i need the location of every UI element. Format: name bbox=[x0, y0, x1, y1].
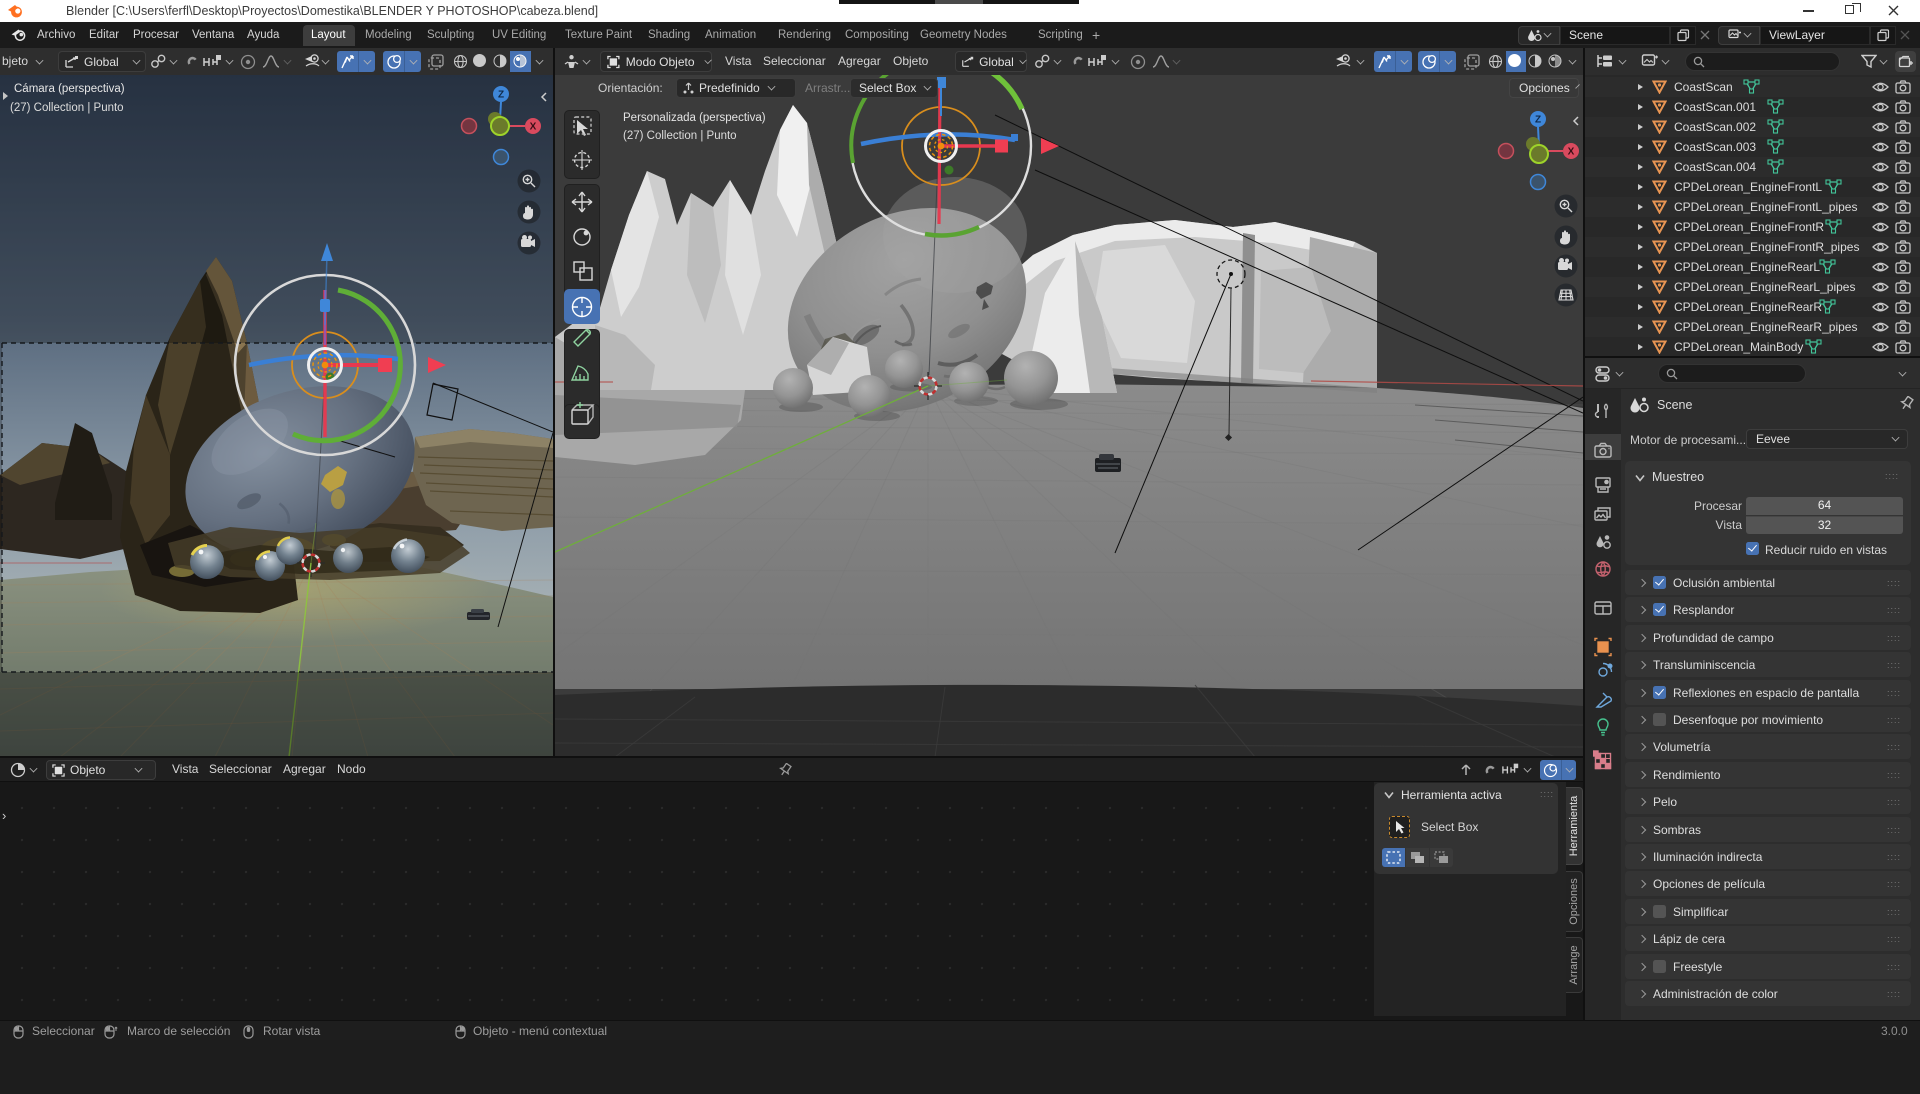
svg-text:Z: Z bbox=[1535, 115, 1541, 126]
svg-text:Z: Z bbox=[498, 90, 504, 101]
svg-text:(27) Collection | Punto: (27) Collection | Punto bbox=[10, 102, 124, 114]
svg-text:(27) Collection | Punto: (27) Collection | Punto bbox=[623, 130, 737, 142]
svg-text:X: X bbox=[1568, 147, 1575, 158]
svg-text:X: X bbox=[530, 122, 537, 133]
svg-text:Cámara (perspectiva): Cámara (perspectiva) bbox=[14, 83, 125, 95]
svg-text:Personalizada (perspectiva): Personalizada (perspectiva) bbox=[623, 112, 766, 124]
